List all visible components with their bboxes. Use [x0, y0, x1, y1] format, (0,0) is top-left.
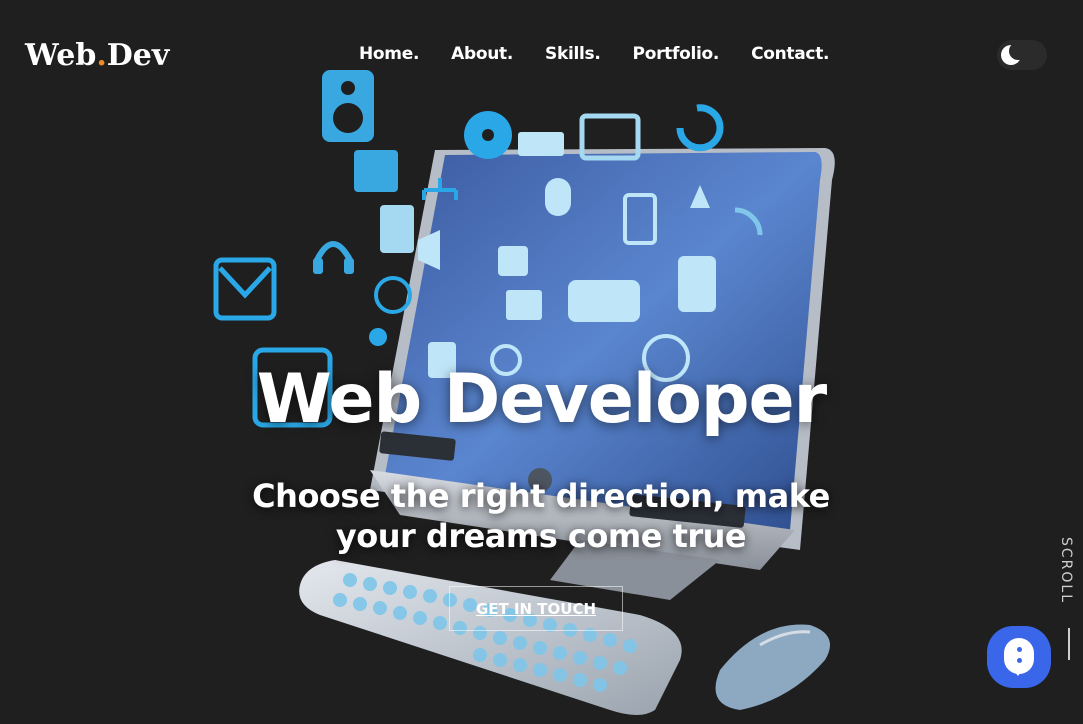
brand-logo[interactable]: Web.Dev [25, 38, 169, 73]
hero-subtitle: Choose the right direction, make your dr… [241, 476, 841, 556]
theme-toggle[interactable] [997, 40, 1047, 70]
logo-text-web: Web [25, 38, 97, 73]
hero-subtitle-line2: your dreams come true [335, 517, 747, 555]
game-console-icon [568, 280, 640, 322]
microphone-icon [545, 178, 571, 216]
moon-icon [1001, 42, 1027, 65]
chat-bubble-icon [1004, 638, 1034, 676]
memory-card-icon [380, 205, 414, 253]
gear-icon [369, 328, 387, 346]
headphones-icon [314, 241, 353, 262]
globe-icon [374, 276, 412, 314]
logo-dot: . [96, 38, 107, 73]
mail-icon [213, 257, 277, 321]
clapboard-icon [506, 290, 542, 320]
scroll-indicator-line [1068, 628, 1070, 660]
hero-title: Web Developer [256, 360, 827, 439]
get-in-touch-button[interactable]: GET IN TOUCH [449, 586, 623, 631]
chat-widget-button[interactable] [987, 626, 1051, 688]
hero-subtitle-line1: Choose the right direction, make [252, 477, 830, 515]
calculator-icon [498, 246, 528, 276]
monitor-screen [385, 152, 822, 530]
cellphone-icon [678, 256, 716, 312]
equalizer-icon [354, 150, 398, 192]
scroll-indicator-label[interactable]: SCROLL [1058, 537, 1074, 604]
logo-text-dev: Dev [106, 38, 170, 73]
refresh-icon [676, 104, 724, 152]
keyboard-icon [518, 132, 564, 156]
